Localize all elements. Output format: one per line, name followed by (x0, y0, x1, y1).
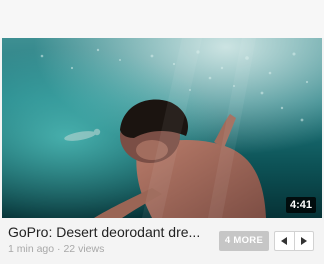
duration-badge: 4:41 (285, 197, 316, 213)
video-title[interactable]: GoPro: Desert deorodant dre... (8, 224, 214, 241)
thumbnail-image (2, 38, 322, 218)
upload-age: 1 min ago (8, 243, 55, 255)
video-card: 4:41 GoPro: Desert deorodant dre... 1 mi… (0, 0, 324, 264)
triangle-right-icon (300, 237, 307, 245)
video-meta: 1 min ago · 22 views (8, 243, 214, 256)
triangle-left-icon (281, 237, 288, 245)
next-button[interactable] (293, 232, 314, 250)
more-videos-button[interactable]: 4 MORE (219, 231, 269, 251)
view-count: 22 views (63, 243, 105, 255)
previous-button[interactable] (275, 232, 294, 250)
video-info: GoPro: Desert deorodant dre... 1 min ago… (8, 224, 214, 256)
pager-controls (274, 231, 314, 251)
meta-separator: · (57, 243, 61, 255)
top-strip (0, 0, 324, 38)
video-thumbnail[interactable]: 4:41 (2, 38, 322, 218)
